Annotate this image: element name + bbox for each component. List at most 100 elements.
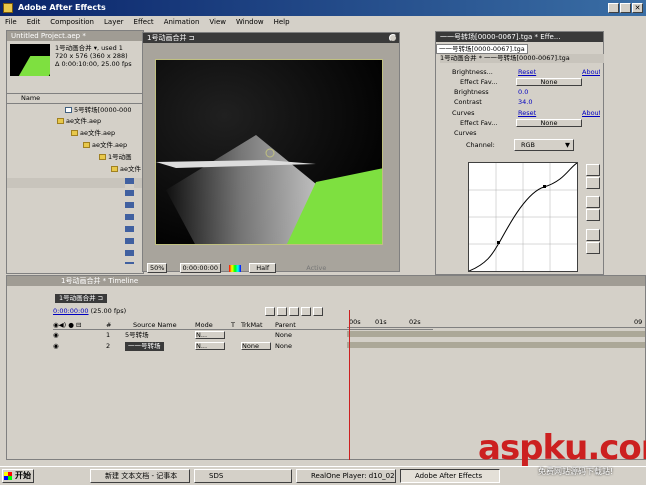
menu-edit[interactable]: Edit: [27, 18, 41, 26]
app-title: Adobe After Effects: [18, 3, 106, 12]
footage-icons-column: [125, 178, 134, 264]
menu-help[interactable]: Help: [274, 18, 290, 26]
zoom-select[interactable]: 50%: [147, 263, 168, 273]
brightness-reset-link[interactable]: Reset: [518, 68, 536, 77]
brightness-param-row[interactable]: Brightness 0.0: [454, 88, 598, 97]
comp-window-title[interactable]: 1号动画合并 ⊐: [143, 33, 399, 43]
menu-window[interactable]: Window: [236, 18, 264, 26]
layer-mode-select[interactable]: N...: [195, 342, 225, 350]
comp-info-duration: Δ 0:00:10:00, 25.00 fps: [55, 60, 132, 68]
task-after-effects[interactable]: Adobe After Effects: [400, 469, 500, 483]
layer-name[interactable]: 5号转场: [125, 331, 149, 340]
layer-parent-select[interactable]: None: [275, 342, 292, 351]
brightness-value[interactable]: 0.0: [518, 88, 528, 97]
time-ruler[interactable]: 00s 01s 02s 09: [347, 306, 645, 328]
project-column-header[interactable]: Name: [7, 93, 143, 104]
project-title[interactable]: Untitled Project.aep *: [7, 31, 143, 41]
task-notepad[interactable]: 新建 文本文档 - 记事本: [90, 469, 190, 483]
name-column-label: Name: [21, 94, 41, 102]
live-update-icon[interactable]: [277, 307, 287, 316]
curves-about-link[interactable]: About...: [582, 109, 600, 118]
ruler-label-0: 00s: [349, 318, 361, 326]
curves-param-label: Curves: [454, 129, 477, 137]
menu-animation[interactable]: Animation: [164, 18, 200, 26]
maximize-button[interactable]: [620, 3, 631, 13]
menu-bar: File Edit Composition Layer Effect Animation V…: [0, 16, 646, 28]
layer-trkmat-select[interactable]: None: [241, 342, 271, 350]
project-item-6[interactable]: ae文件: [111, 165, 141, 174]
motion-blur-icon[interactable]: [313, 307, 323, 316]
active-camera-select[interactable]: Active: [306, 264, 326, 272]
task-sds[interactable]: SDS: [194, 469, 292, 483]
menu-layer[interactable]: Layer: [104, 18, 124, 26]
minimize-button[interactable]: [608, 3, 619, 13]
comp-timecode[interactable]: 0:00:00:00: [179, 263, 222, 273]
pencil-tool-icon[interactable]: [586, 177, 600, 189]
menu-view[interactable]: View: [209, 18, 226, 26]
project-item-2[interactable]: ae文件.aep: [57, 117, 101, 126]
curves-reset-link[interactable]: Reset: [518, 109, 536, 118]
layer-name[interactable]: 一一号转场: [125, 342, 164, 351]
effect-fav-select-2[interactable]: None: [516, 119, 582, 127]
comp-menu-button[interactable]: [389, 34, 397, 42]
layer-row-2[interactable]: ◉ 2 一一号转场 N... None None: [53, 342, 343, 351]
curves-plot: [468, 162, 578, 272]
menu-composition[interactable]: Composition: [50, 18, 94, 26]
comp-viewer[interactable]: [155, 59, 383, 245]
project-item-label: 5号转场[0000-000: [74, 106, 132, 114]
selected-row[interactable]: [7, 178, 143, 188]
layer-number: 1: [106, 331, 111, 339]
project-item-label: ae文件: [120, 165, 141, 173]
windows-logo-icon: [4, 472, 12, 480]
eye-icon[interactable]: ◉: [53, 331, 59, 340]
timeline-title[interactable]: 1号动画合并 * Timeline: [7, 276, 645, 286]
brightness-about-link[interactable]: About...: [582, 68, 600, 77]
curves-graph[interactable]: [468, 162, 578, 272]
project-item-label: ae文件.aep: [66, 117, 102, 125]
timeline-tab[interactable]: 1号动画合并 ⊐: [55, 294, 108, 303]
project-item-5[interactable]: 1号动画: [99, 153, 132, 162]
contrast-param-row[interactable]: Contrast 34.0: [454, 98, 598, 107]
channel-icon[interactable]: [229, 264, 242, 272]
effect-fav-select[interactable]: None: [516, 78, 582, 86]
resolution-select[interactable]: Half: [249, 263, 277, 273]
layer-row-1[interactable]: ◉ 1 5号转场 N... None: [53, 331, 343, 340]
layer-1-bar[interactable]: [347, 331, 645, 337]
layer-mode-select[interactable]: N...: [195, 331, 225, 339]
col-source-name[interactable]: Source Name: [133, 321, 177, 329]
project-item-1[interactable]: 5号转场[0000-000: [65, 106, 131, 115]
draft-3d-icon[interactable]: [289, 307, 299, 316]
timeline-timecode[interactable]: 0:00:00:00: [53, 307, 89, 315]
project-item-4[interactable]: ae文件.aep: [83, 141, 127, 150]
open-file-icon[interactable]: [586, 196, 600, 208]
effect-tab-layer[interactable]: 一一号转场[0000-0067].tga: [436, 44, 528, 54]
start-label: 开始: [15, 471, 31, 480]
layer-parent-select[interactable]: None: [275, 331, 292, 340]
task-realone[interactable]: RealOne Player: d10_02...: [296, 469, 396, 483]
save-file-icon[interactable]: [586, 209, 600, 221]
frame-blending-icon[interactable]: [301, 307, 311, 316]
folder-icon: [57, 118, 64, 124]
brightness-row[interactable]: Brightness... Reset About...: [440, 68, 600, 77]
channel-select[interactable]: RGB ▼: [514, 139, 574, 151]
timeline-time-row: 0:00:00:00 (25.00 fps): [53, 307, 126, 316]
close-button[interactable]: ✕: [632, 3, 643, 13]
ruler-label-3: 09: [634, 318, 643, 326]
eye-icon[interactable]: ◉: [53, 342, 59, 351]
composition-window: 1号动画合并 ⊐ 50% 0:00:00:00 Half Active: [142, 32, 400, 273]
effect-fav-label: Effect Fav...: [460, 119, 498, 127]
effect-panel-title[interactable]: 一一号转场[0000-0067].tga * Effe...: [436, 32, 603, 42]
curves-row[interactable]: Curves Reset About...: [440, 109, 600, 118]
comp-flowchart-icon[interactable]: [265, 307, 275, 316]
menu-effect[interactable]: Effect: [134, 18, 154, 26]
project-item-3[interactable]: ae文件.aep: [71, 129, 115, 138]
menu-file[interactable]: File: [5, 18, 17, 26]
task-label: RealOne Player: d10_02...: [311, 472, 396, 480]
current-time-indicator[interactable]: [349, 310, 350, 460]
smooth-icon[interactable]: [586, 229, 600, 241]
curve-tool-icon[interactable]: [586, 164, 600, 176]
layer-2-bar[interactable]: [347, 342, 645, 348]
reset-curve-icon[interactable]: [586, 242, 600, 254]
contrast-value[interactable]: 34.0: [518, 98, 532, 107]
task-label: SDS: [209, 472, 224, 480]
